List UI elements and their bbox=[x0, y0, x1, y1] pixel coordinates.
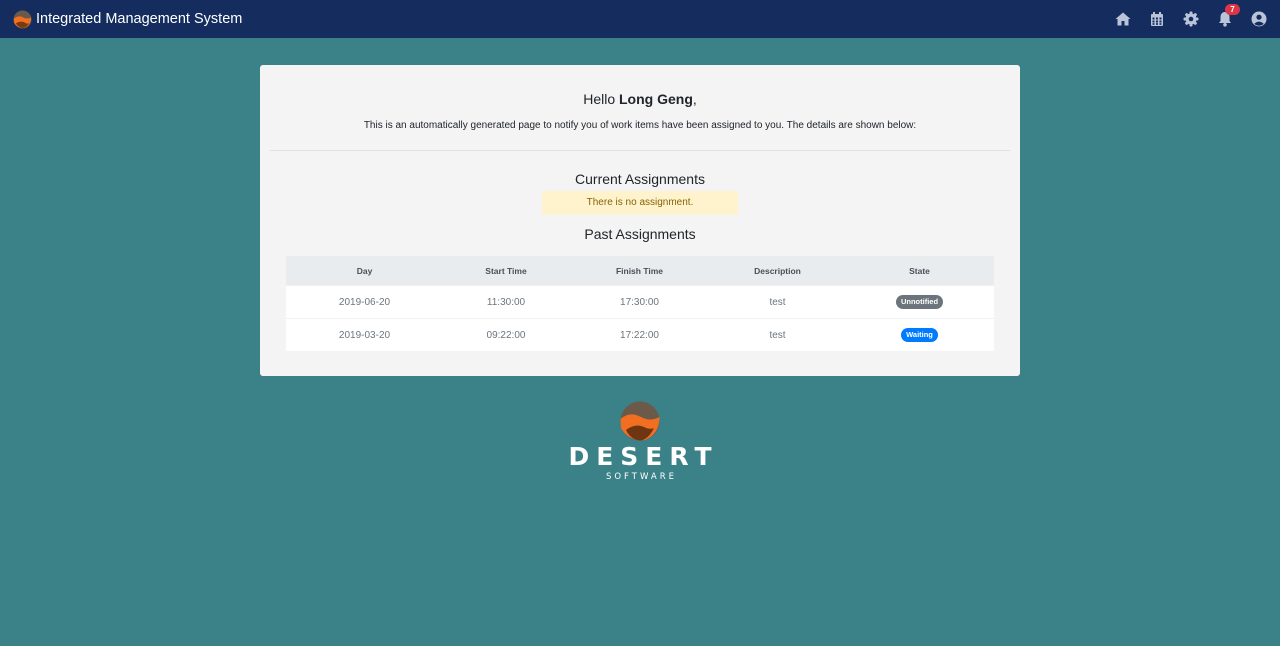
cell-state: Waiting bbox=[845, 318, 994, 351]
table-header-row: Day Start Time Finish Time Description S… bbox=[286, 256, 994, 286]
notification-count-badge: 7 bbox=[1225, 4, 1240, 15]
divider bbox=[270, 150, 1010, 151]
cell-finish-time: 17:30:00 bbox=[569, 285, 710, 319]
column-header-start-time[interactable]: Start Time bbox=[443, 256, 569, 286]
app-title: Integrated Management System bbox=[36, 11, 243, 27]
greeting-suffix: , bbox=[692, 91, 697, 107]
status-badge: Unnotified bbox=[895, 295, 944, 309]
logo-subtitle: SOFTWARE bbox=[605, 472, 678, 482]
cell-start-time: 09:22:00 bbox=[443, 318, 569, 351]
top-navbar: Integrated Management System 7 bbox=[0, 0, 1280, 38]
gear-icon[interactable] bbox=[1183, 11, 1199, 27]
status-badge: Waiting bbox=[901, 328, 938, 342]
no-assignment-alert: There is no assignment. bbox=[542, 191, 738, 215]
logo-wordmark: DESERT bbox=[568, 442, 719, 471]
user-icon[interactable] bbox=[1251, 11, 1267, 27]
user-name: Long Geng bbox=[619, 91, 693, 107]
desert-logo-mark-icon bbox=[620, 401, 660, 441]
cell-description: test bbox=[710, 285, 845, 319]
cell-day: 2019-03-20 bbox=[286, 318, 443, 351]
bell-icon[interactable]: 7 bbox=[1217, 4, 1240, 27]
desert-logo-icon bbox=[13, 9, 32, 29]
assignment-card: Hello Long Geng, This is an automaticall… bbox=[260, 65, 1020, 376]
intro-text: This is an automatically generated page … bbox=[363, 120, 917, 131]
column-header-description[interactable]: Description bbox=[710, 256, 845, 286]
column-header-state[interactable]: State bbox=[845, 256, 994, 286]
column-header-day[interactable]: Day bbox=[286, 256, 443, 286]
home-icon[interactable] bbox=[1115, 11, 1131, 27]
table-row[interactable]: 2019-03-20 09:22:00 17:22:00 test Waitin… bbox=[286, 318, 994, 351]
past-assignments-table: Day Start Time Finish Time Description S… bbox=[286, 256, 994, 351]
greeting-prefix: Hello bbox=[583, 91, 619, 107]
calendar-icon[interactable] bbox=[1149, 11, 1165, 27]
brand-link[interactable]: Integrated Management System bbox=[13, 9, 243, 29]
table-row[interactable]: 2019-06-20 11:30:00 17:30:00 test Unnoti… bbox=[286, 285, 994, 319]
desert-software-logo: DESERT SOFTWARE bbox=[560, 400, 720, 486]
past-assignments-title: Past Assignments bbox=[584, 226, 696, 242]
cell-finish-time: 17:22:00 bbox=[569, 318, 710, 351]
cell-state: Unnotified bbox=[845, 285, 994, 319]
current-assignments-title: Current Assignments bbox=[575, 171, 705, 187]
cell-day: 2019-06-20 bbox=[286, 285, 443, 319]
cell-description: test bbox=[710, 318, 845, 351]
cell-start-time: 11:30:00 bbox=[443, 285, 569, 319]
greeting: Hello Long Geng, bbox=[260, 91, 1020, 107]
column-header-finish-time[interactable]: Finish Time bbox=[569, 256, 710, 286]
